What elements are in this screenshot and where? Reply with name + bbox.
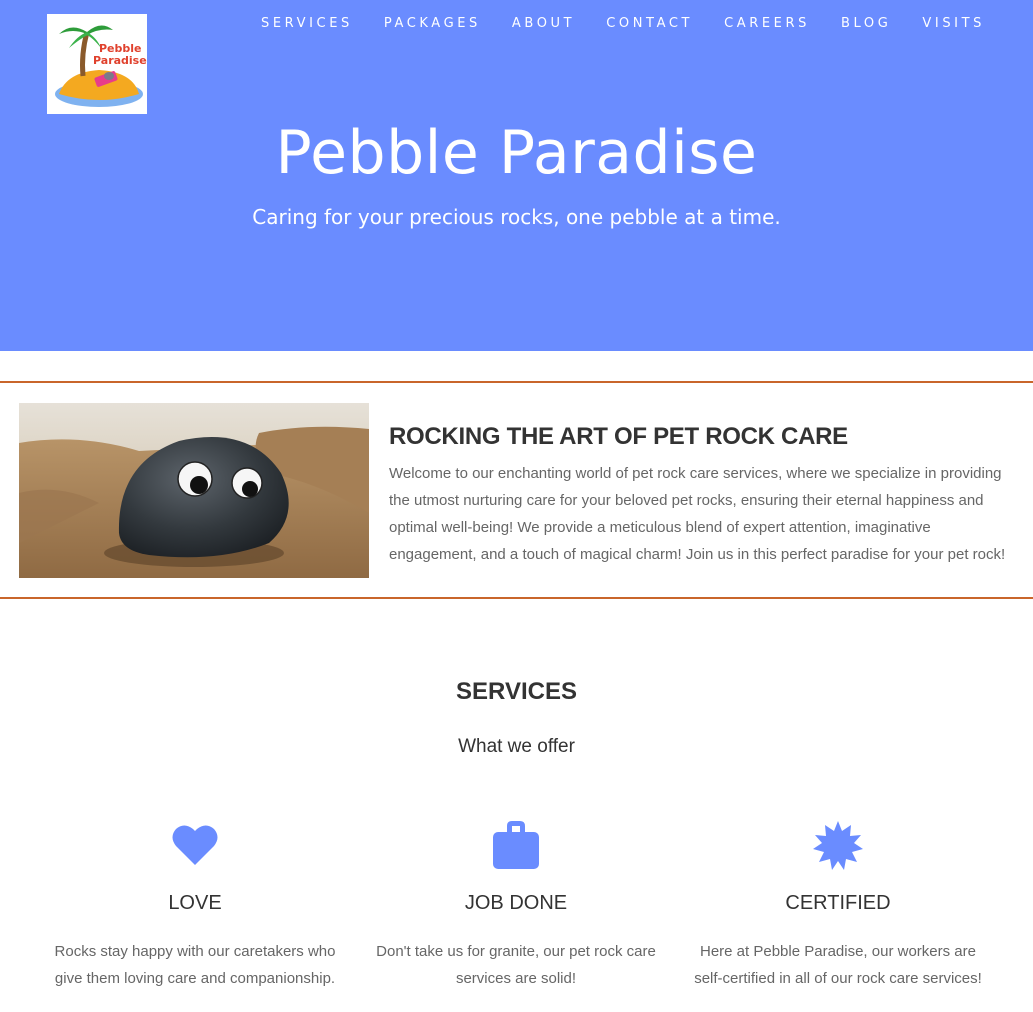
palm-island-logo-icon: Pebble Paradise — [55, 25, 147, 107]
nav-about[interactable]: ABOUT — [512, 16, 575, 32]
service-text: Don't take us for granite, our pet rock … — [376, 943, 656, 987]
services-subtitle: What we offer — [458, 736, 575, 757]
hero-subtitle: Caring for your precious rocks, one pebb… — [252, 205, 781, 229]
hero-title: Pebble Paradise — [275, 118, 758, 188]
service-certified: CERTIFIED Here at Pebble Paradise, our w… — [688, 818, 988, 992]
service-text: Rocks stay happy with our caretakers who… — [54, 943, 336, 987]
certificate-icon — [813, 821, 863, 870]
nav-packages[interactable]: PACKAGES — [384, 16, 481, 32]
service-job-done: JOB DONE Don't take us for granite, our … — [366, 818, 666, 992]
service-title: JOB DONE — [464, 892, 568, 914]
service-love: LOVE Rocks stay happy with our caretaker… — [45, 818, 345, 992]
site-logo[interactable]: Pebble Paradise — [47, 14, 147, 114]
pet-rock-photo — [19, 403, 369, 578]
service-title: LOVE — [168, 892, 222, 914]
logo-text-paradise: Paradise — [93, 54, 147, 67]
hero-banner: Pebble Paradise SERVICES PACKAGES ABOUT … — [0, 0, 1033, 351]
heart-icon — [172, 825, 218, 865]
services-title: SERVICES — [456, 678, 577, 705]
briefcase-icon — [493, 821, 539, 869]
nav-contact[interactable]: CONTACT — [606, 16, 693, 32]
nav-visits[interactable]: VISITS — [922, 16, 985, 32]
nav-careers[interactable]: CAREERS — [724, 16, 810, 32]
service-title: CERTIFIED — [785, 892, 891, 914]
nav-services[interactable]: SERVICES — [261, 16, 353, 32]
about-text: Welcome to our enchanting world of pet r… — [389, 465, 1006, 563]
about-heading: ROCKING THE ART OF PET ROCK CARE — [389, 423, 848, 450]
main-nav: SERVICES PACKAGES ABOUT CONTACT CAREERS … — [230, 16, 985, 32]
service-text: Here at Pebble Paradise, our workers are… — [694, 943, 982, 987]
divider-bottom — [0, 597, 1033, 599]
nav-blog[interactable]: BLOG — [841, 16, 891, 32]
divider-top — [0, 381, 1033, 383]
